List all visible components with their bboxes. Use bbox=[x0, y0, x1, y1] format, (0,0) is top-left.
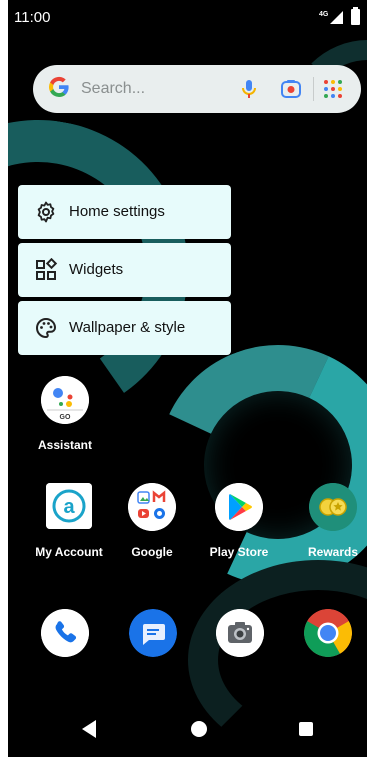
google-assistant-icon: GO bbox=[41, 376, 89, 424]
svg-text:GO: GO bbox=[60, 414, 71, 421]
menu-item-label: Wallpaper & style bbox=[69, 319, 186, 336]
back-icon[interactable] bbox=[82, 720, 96, 738]
my-account-icon: a bbox=[46, 483, 92, 529]
app-assistant[interactable]: GO Assistant bbox=[20, 376, 110, 472]
phone-icon[interactable] bbox=[41, 609, 89, 657]
search-bar[interactable]: Search... bbox=[33, 65, 361, 113]
home-icon[interactable] bbox=[191, 721, 207, 737]
app-label: My Account bbox=[35, 545, 103, 559]
app-rewards[interactable]: Rewards bbox=[288, 483, 367, 579]
app-label: Google bbox=[131, 545, 173, 559]
widgets-icon bbox=[34, 257, 58, 282]
app-google-folder[interactable]: Google bbox=[107, 483, 197, 579]
search-divider bbox=[313, 77, 314, 101]
home-screen: 11:00 4G Search... Home settings Widgets… bbox=[8, 0, 367, 757]
messages-icon[interactable] bbox=[129, 609, 177, 657]
camera-icon[interactable] bbox=[216, 609, 264, 657]
app-play-store[interactable]: Play Store bbox=[194, 483, 284, 579]
rewards-icon bbox=[309, 483, 357, 531]
gear-icon bbox=[34, 200, 58, 224]
menu-item-wallpaper-style[interactable]: Wallpaper & style bbox=[18, 301, 231, 355]
play-store-icon bbox=[215, 483, 263, 531]
navigation-bar bbox=[8, 710, 367, 757]
svg-text:a: a bbox=[63, 496, 75, 518]
chrome-icon[interactable] bbox=[304, 609, 352, 657]
app-label: Assistant bbox=[37, 438, 93, 452]
signal-icon bbox=[330, 11, 343, 24]
app-my-account[interactable]: a My Account bbox=[24, 483, 114, 579]
clock: 11:00 bbox=[14, 9, 51, 26]
palette-icon bbox=[34, 316, 58, 340]
status-bar: 11:00 4G bbox=[8, 0, 367, 36]
search-input[interactable]: Search... bbox=[81, 80, 145, 98]
menu-item-label: Home settings bbox=[69, 203, 165, 220]
lens-icon[interactable] bbox=[279, 77, 303, 101]
microphone-icon[interactable] bbox=[237, 77, 261, 101]
menu-item-widgets[interactable]: Widgets bbox=[18, 243, 231, 297]
google-logo-icon bbox=[47, 75, 71, 106]
menu-item-label: Widgets bbox=[69, 261, 124, 278]
menu-item-home-settings[interactable]: Home settings bbox=[18, 185, 231, 239]
recents-icon[interactable] bbox=[299, 722, 313, 736]
battery-icon bbox=[351, 7, 360, 25]
wallpaper-arc bbox=[288, 40, 367, 200]
app-label: Play Store bbox=[209, 545, 269, 559]
app-label: Rewards bbox=[307, 545, 359, 559]
google-folder-icon bbox=[128, 483, 176, 531]
network-type: 4G bbox=[319, 11, 329, 18]
apps-grid-icon[interactable] bbox=[321, 77, 345, 101]
